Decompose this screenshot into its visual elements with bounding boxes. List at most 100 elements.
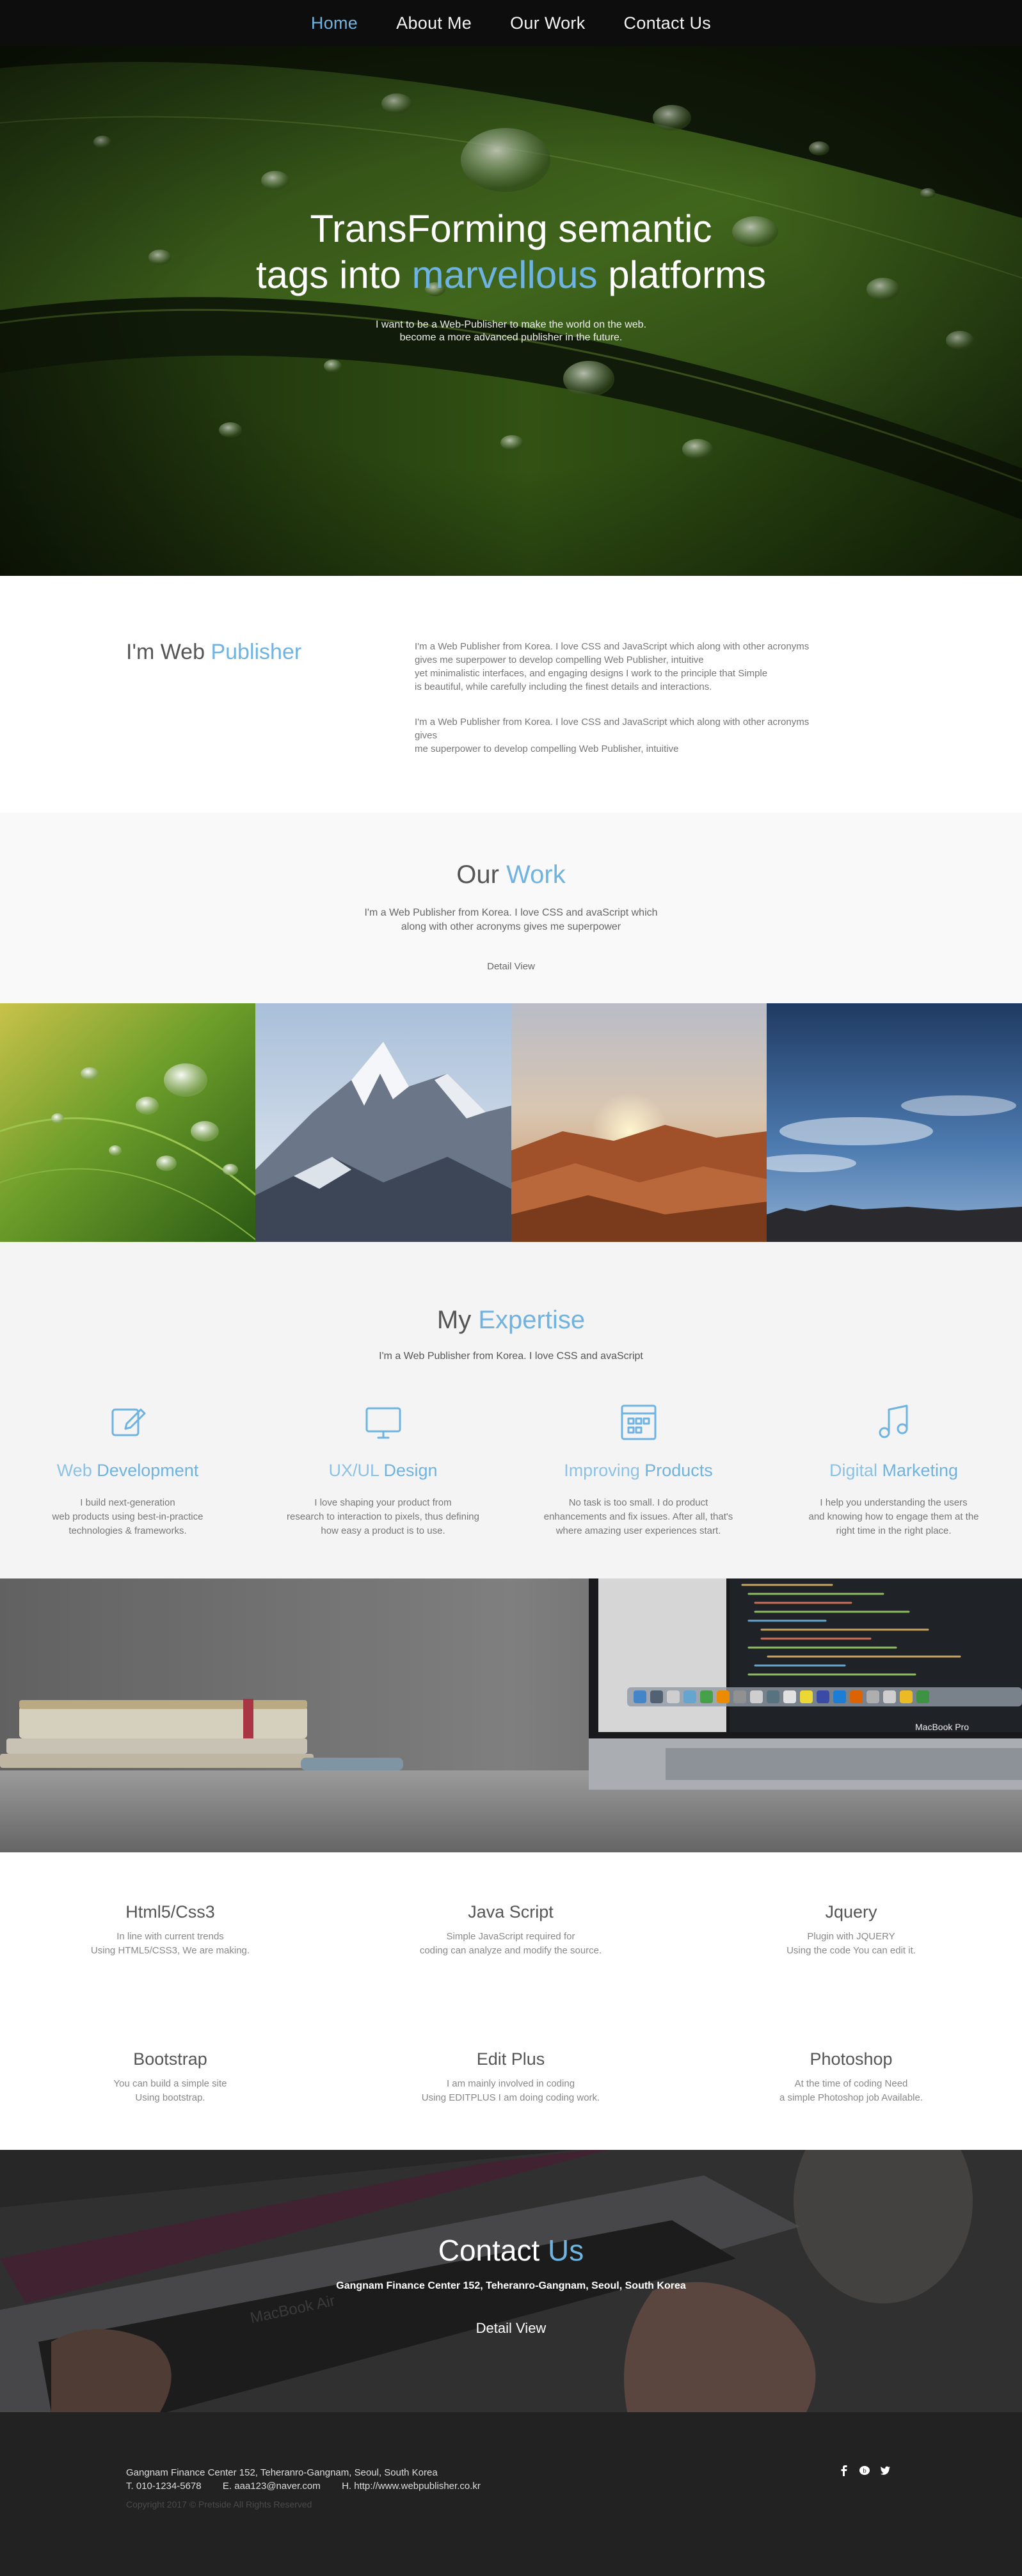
skill-text-line: Using HTML5/CSS3, We are making. (90, 1945, 250, 1956)
edit-icon (109, 1403, 147, 1442)
expertise-text-line: right time in the right place. (836, 1525, 952, 1536)
expertise-title-accent: Expertise (478, 1306, 586, 1334)
twitter-icon[interactable] (879, 2465, 891, 2476)
about-paragraph-1: I'm a Web Publisher from Korea. I love C… (415, 640, 888, 694)
expertise-item-ux-design: UX/UL Design I love shaping your product… (255, 1403, 511, 1538)
about-p2-line: gives (415, 730, 438, 741)
skill-text-line: Using bootstrap. (135, 2092, 205, 2103)
blue-sky-image (766, 1003, 1022, 1242)
about-text: I'm a Web Publisher from Korea. I love C… (415, 640, 888, 777)
svg-text:b: b (863, 2469, 866, 2475)
grid-icon (619, 1403, 658, 1442)
nav-home[interactable]: Home (311, 13, 358, 33)
expertise-item-text: I build next-generation web products usin… (13, 1496, 243, 1538)
desk-banner: MacBook Pro (0, 1578, 1022, 1852)
gallery-leaf-image[interactable] (0, 1003, 256, 1242)
skill-text-line: I am mainly involved in coding (446, 2078, 575, 2089)
skill-text-line: a simple Photoshop job Available. (779, 2092, 923, 2103)
expertise-title-prefix: My (436, 1306, 479, 1334)
gallery-canyon-image[interactable] (511, 1003, 767, 1242)
skill-photoshop: Photoshop At the time of coding Need a si… (681, 2049, 1021, 2105)
hero-title-suffix: platforms (597, 253, 767, 296)
about-p1-line: I'm a Web Publisher from Korea. I love C… (415, 641, 810, 652)
skill-title: Bootstrap (133, 2049, 207, 2069)
contact-title-accent: Us (548, 2234, 584, 2267)
gallery-sky-image[interactable] (766, 1003, 1022, 1242)
top-nav: Home About Me Our Work Contact Us (0, 0, 1022, 46)
footer-copyright: Copyright 2017 © Pretside All Rights Res… (126, 2499, 312, 2509)
skill-text: I am mainly involved in coding Using EDIT… (340, 2077, 681, 2105)
skill-text: Plugin with JQUERY Using the code You can… (681, 1930, 1021, 1958)
expertise-text-line: enhancements and fix issues. After all, … (543, 1511, 733, 1522)
work-title-accent: Work (506, 861, 566, 889)
footer-address-block: Gangnam Finance Center 152, Teheranro-Ga… (126, 2466, 481, 2493)
skill-text-line: Using EDITPLUS I am doing coding work. (421, 2092, 600, 2103)
hero-title-accent: marvellous (411, 253, 598, 296)
contact-section: MacBook Air Contact Us Gangnam Finance C… (0, 2150, 1022, 2412)
about-title: I'm Web Publisher (126, 640, 301, 665)
expertise-title: My Expertise (0, 1306, 1022, 1335)
hero-title: TransForming semantic tags into marvello… (0, 206, 1022, 298)
about-p2-line: I'm a Web Publisher from Korea. I love C… (415, 717, 810, 727)
contact-title-prefix: Contact (438, 2234, 548, 2267)
skill-title: Java Script (468, 1902, 554, 1921)
hero-subtitle-line1: I want to be a Web-Publisher to make the… (375, 319, 647, 330)
about-paragraph-2: I'm a Web Publisher from Korea. I love C… (415, 715, 888, 756)
expertise-item-title: Web Development (0, 1461, 255, 1481)
skill-edit-plus: Edit Plus I am mainly involved in coding… (340, 2049, 681, 2105)
nav-contact-us[interactable]: Contact Us (624, 13, 712, 33)
gallery-mountain-image[interactable] (255, 1003, 511, 1242)
work-title-prefix: Our (456, 861, 507, 889)
contact-title: Contact Us (0, 2233, 1022, 2268)
social-links: b (838, 2465, 891, 2476)
contact-detail-link[interactable]: Detail View (0, 2320, 1022, 2337)
about-section: I'm Web Publisher I'm a Web Publisher fr… (0, 576, 1022, 813)
contact-address: Gangnam Finance Center 152, Teheranro-Ga… (336, 2280, 686, 2291)
expertise-item-text: I love shaping your product from research… (268, 1496, 499, 1538)
skill-text-line: Plugin with JQUERY (807, 1931, 895, 1942)
expertise-title-strong: Design (383, 1461, 438, 1480)
nav-about-me[interactable]: About Me (396, 13, 472, 33)
macbook-pro-label: MacBook Pro (915, 1722, 970, 1732)
skill-bootstrap: Bootstrap You can build a simple site Usi… (0, 2049, 340, 2105)
footer-address: Gangnam Finance Center 152, Teheranro-Ga… (126, 2467, 438, 2478)
music-note-icon (875, 1403, 913, 1442)
footer: Gangnam Finance Center 152, Teheranro-Ga… (0, 2412, 1022, 2576)
skill-html-css: Html5/Css3 In line with current trends Us… (0, 1902, 340, 1958)
skill-text-line: coding can analyze and modify the source… (419, 1945, 602, 1956)
about-p2-line: me superpower to develop compelling Web … (415, 743, 679, 754)
expertise-text-line: I love shaping your product from (314, 1497, 452, 1508)
skill-text-line: Simple JavaScript required for (446, 1931, 575, 1942)
about-title-accent: Publisher (211, 640, 302, 664)
expertise-text-line: research to interaction to pixels, thus … (286, 1511, 479, 1522)
expertise-title-light: Web (56, 1461, 97, 1480)
skill-title: Html5/Css3 (125, 1902, 215, 1921)
work-gallery (0, 1003, 1022, 1242)
facebook-icon[interactable] (838, 2465, 850, 2476)
skill-text-line: You can build a simple site (113, 2078, 227, 2089)
skill-text: You can build a simple site Using bootstr… (0, 2077, 340, 2105)
nav-our-work[interactable]: Our Work (510, 13, 585, 33)
skill-text: At the time of coding Need a simple Photo… (681, 2077, 1021, 2105)
hero-subtitle: I want to be a Web-Publisher to make the… (0, 319, 1022, 344)
blog-icon[interactable]: b (859, 2465, 870, 2476)
skill-text: In line with current trends Using HTML5/C… (0, 1930, 340, 1958)
skill-text: Simple JavaScript required for coding can… (340, 1930, 681, 1958)
expertise-description: I'm a Web Publisher from Korea. I love C… (379, 1351, 643, 1362)
hero-title-prefix: tags into (255, 253, 412, 296)
expertise-item-web-development: Web Development I build next-generation w… (0, 1403, 255, 1538)
about-p1-line: yet minimalistic interfaces, and engagin… (415, 668, 768, 679)
expertise-item-digital-marketing: Digital Marketing I help you understandi… (766, 1403, 1021, 1538)
expertise-item-title: Improving Products (511, 1461, 766, 1481)
desk-laptop-image (0, 1578, 1022, 1852)
hero-section: TransForming semantic tags into marvello… (0, 46, 1022, 576)
expertise-item-title: Digital Marketing (766, 1461, 1021, 1481)
expertise-section: My Expertise I'm a Web Publisher from Ko… (0, 1242, 1022, 1578)
footer-contact-line: T. 010-1234-5678 E. aaa123@naver.com H. … (126, 2481, 481, 2492)
about-title-prefix: I'm Web (126, 640, 211, 664)
skill-title: Edit Plus (476, 2049, 545, 2069)
work-detail-link[interactable]: Detail View (0, 961, 1022, 972)
skill-javascript: Java Script Simple JavaScript required f… (340, 1902, 681, 1958)
work-description: I'm a Web Publisher from Korea. I love C… (0, 906, 1022, 934)
expertise-item-title: UX/UL Design (255, 1461, 511, 1481)
